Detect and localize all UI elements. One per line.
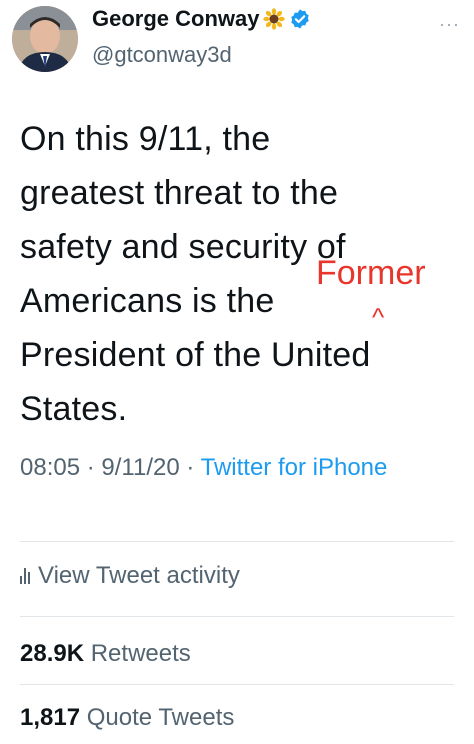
- view-tweet-activity-button[interactable]: View Tweet activity: [20, 562, 240, 590]
- divider: [20, 684, 454, 685]
- tweet-line: President of the United: [20, 336, 371, 374]
- analytics-bars-icon: [20, 568, 30, 584]
- divider: [20, 541, 454, 542]
- view-tweet-activity-label: View Tweet activity: [38, 562, 240, 589]
- tweet-source-link[interactable]: Twitter for iPhone: [201, 454, 388, 481]
- avatar[interactable]: [12, 6, 78, 72]
- quote-tweets-stat[interactable]: 1,817 Quote Tweets: [20, 704, 234, 732]
- quote-tweets-label: Quote Tweets: [86, 704, 235, 731]
- retweets-count: 28.9K: [20, 640, 85, 667]
- retweets-label: Retweets: [90, 640, 191, 667]
- display-name-text: George Conway: [92, 6, 260, 31]
- avatar-photo: [12, 6, 78, 72]
- user-handle[interactable]: @gtconway3d: [92, 42, 232, 68]
- tweet-line: States.: [20, 390, 128, 428]
- tweet-metadata: 08:05 · 9/11/20 · Twitter for iPhone: [20, 450, 460, 486]
- display-name[interactable]: George Conway: [92, 6, 311, 32]
- handwritten-annotation-word: Former: [316, 254, 426, 292]
- quote-tweets-count: 1,817: [20, 704, 81, 731]
- meta-separator: ·: [86, 454, 95, 481]
- tweet-time[interactable]: 08:05: [20, 454, 80, 481]
- sunflower-icon: [263, 8, 286, 30]
- verified-badge-icon: [291, 9, 310, 29]
- divider: [20, 616, 454, 617]
- tweet-line: greatest threat to the: [20, 174, 339, 212]
- retweets-stat[interactable]: 28.9K Retweets: [20, 640, 191, 668]
- tweet-line: On this 9/11, the: [20, 120, 271, 158]
- tweet-date[interactable]: 9/11/20: [101, 454, 179, 481]
- insertion-caret: ^: [372, 302, 385, 332]
- meta-separator: ·: [186, 454, 195, 481]
- more-options-icon[interactable]: ···: [439, 14, 460, 35]
